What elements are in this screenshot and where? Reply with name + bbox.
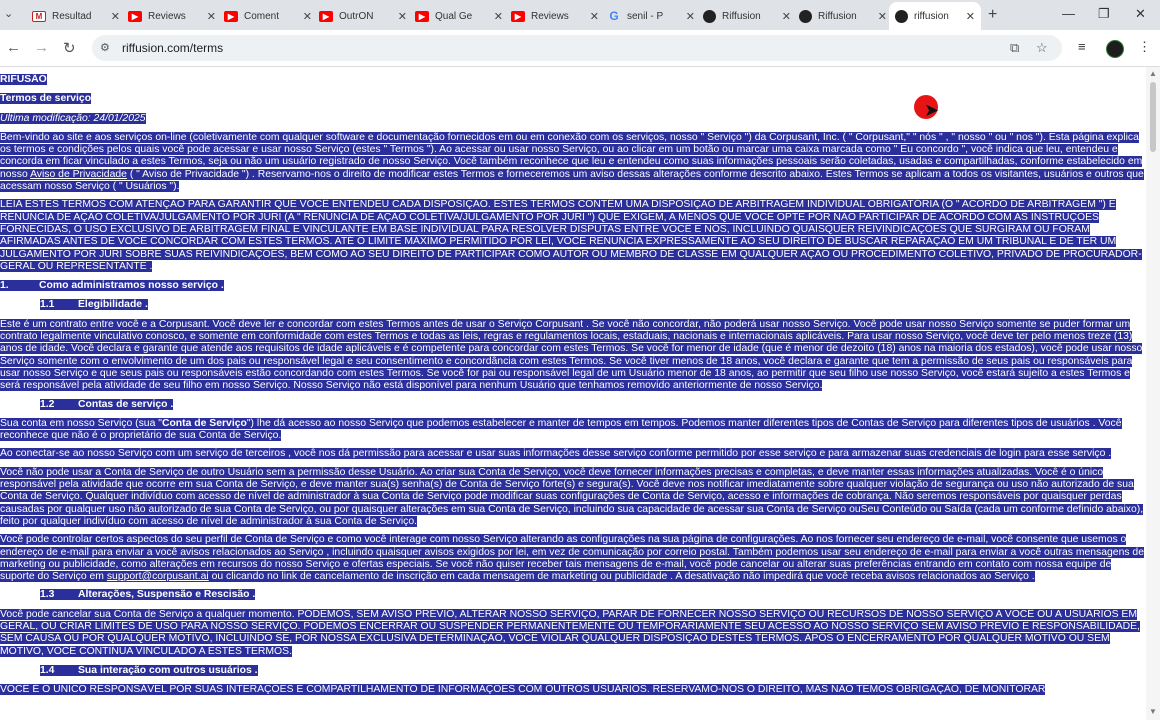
terms-title: Termos de serviço	[0, 93, 92, 105]
close-icon[interactable]: ✕	[590, 10, 599, 23]
reload-icon[interactable]: ↻	[63, 39, 76, 57]
scroll-up-arrow-icon[interactable]: ▲	[1149, 69, 1157, 78]
tab-8[interactable]: Riffusion ✕	[703, 4, 797, 28]
tab-title: Riffusion	[722, 10, 761, 22]
youtube-icon: ▶	[511, 10, 525, 22]
close-icon[interactable]: ✕	[966, 10, 975, 23]
intro-paragraph: Bem-vindo ao site e aos serviços on-line…	[0, 131, 1144, 193]
forward-icon[interactable]: →	[34, 39, 49, 56]
scroll-down-arrow-icon[interactable]: ▼	[1149, 707, 1157, 716]
tab-10-active[interactable]: riffusion ✕	[889, 2, 981, 30]
support-email-link[interactable]: support@corpusant.ai	[107, 571, 209, 582]
gmail-icon: M	[32, 10, 46, 22]
close-icon[interactable]: ✕	[111, 10, 120, 23]
tab-6[interactable]: ▶ Reviews ✕	[511, 4, 605, 28]
close-icon[interactable]: ✕	[494, 10, 503, 23]
tab-title: Qual Ge	[435, 10, 473, 22]
section-title: Como administramos nosso serviço .	[39, 280, 224, 292]
section-1-3-heading: 1.3 Alterações, Suspensão e Rescisão .	[40, 589, 256, 601]
minimize-icon[interactable]: —	[1062, 6, 1075, 21]
media-controls-icon[interactable]: ≡	[1078, 39, 1086, 54]
service-accounts-paragraph-4: Você pode controlar certos aspectos do s…	[0, 534, 1144, 583]
tab-title: Riffusion	[818, 10, 857, 22]
youtube-icon: ▶	[224, 10, 238, 22]
tab-title: senil - P	[627, 10, 664, 22]
mouse-pointer-icon: ➤	[924, 100, 940, 120]
scrollbar-thumb[interactable]	[1150, 82, 1156, 152]
privacy-notice-link[interactable]: Aviso de Privacidade	[30, 169, 127, 180]
new-tab-icon[interactable]: +	[988, 6, 997, 24]
riffusion-icon	[703, 9, 716, 23]
section-number: 1.4	[40, 664, 55, 676]
window-close-icon[interactable]: ✕	[1135, 6, 1146, 22]
text: ou clicando no link de cancelamento de i…	[211, 571, 1035, 583]
arbitration-notice: LEIA ESTES TERMOS COM ATENÇÃO PARA GARAN…	[0, 199, 1142, 272]
riffusion-icon	[895, 9, 908, 23]
text: Sua conta em nosso Serviço (sua "	[0, 417, 162, 429]
back-icon[interactable]: ←	[6, 39, 21, 56]
tab-5[interactable]: ▶ Qual Ge ✕	[415, 4, 509, 28]
terms-modified-date: Última modificação: 24/01/2025	[0, 112, 146, 124]
section-title: Contas de serviço .	[78, 398, 174, 410]
terms-content: RIFUSÃO Termos de serviço Última modific…	[0, 67, 1146, 720]
close-icon[interactable]: ✕	[303, 10, 312, 23]
tab-title: Reviews	[148, 10, 186, 22]
service-accounts-paragraph-2: Ao conectar-se ao nosso Serviço com um s…	[0, 448, 1112, 460]
eligibility-paragraph: Este é um contrato entre você e a Corpus…	[0, 318, 1143, 392]
browser-toolbar: ← → ↻ ⚙ riffusion.com/terms ⧉ ☆ ≡ ⋮	[0, 30, 1160, 67]
riffusion-icon	[799, 9, 812, 23]
close-icon[interactable]: ✕	[878, 10, 887, 23]
section-number: 1.	[0, 280, 9, 292]
youtube-icon: ▶	[128, 10, 142, 22]
tab-title: Reviews	[531, 10, 569, 22]
section-1-1-heading: 1.1 Elegibilidade .	[40, 299, 148, 311]
tab-3[interactable]: ▶ Coment ✕	[224, 4, 318, 28]
translate-icon[interactable]: ⧉	[1010, 40, 1019, 56]
close-icon[interactable]: ✕	[207, 10, 216, 23]
section-1-4-heading: 1.4 Sua interação com outros usuários .	[40, 664, 258, 676]
termination-paragraph: Você pode cancelar sua Conta de Serviço …	[0, 608, 1140, 657]
section-number: 1.2	[40, 398, 55, 410]
section-title: Elegibilidade .	[78, 299, 148, 311]
url-text[interactable]: riffusion.com/terms	[122, 41, 223, 55]
user-interaction-paragraph: VOCÊ É O ÚNICO RESPONSÁVEL POR SUAS INTE…	[0, 684, 1046, 696]
tab-7[interactable]: G senil - P ✕	[607, 4, 701, 28]
tab-title: Resultad	[52, 10, 92, 22]
service-accounts-paragraph-3: Você não pode usar a Conta de Serviço de…	[0, 466, 1144, 527]
profile-avatar[interactable]	[1106, 40, 1124, 58]
section-1-2-heading: 1.2 Contas de serviço .	[40, 398, 174, 410]
section-number: 1.3	[40, 589, 55, 601]
section-title: Alterações, Suspensão e Rescisão .	[78, 589, 256, 601]
youtube-icon: ▶	[319, 10, 333, 22]
site-info-icon[interactable]: ⚙	[100, 41, 110, 54]
youtube-icon: ▶	[415, 10, 429, 22]
bookmark-star-icon[interactable]: ☆	[1036, 40, 1048, 56]
tab-title: OutrON	[339, 10, 374, 22]
address-bar[interactable]: ⚙ riffusion.com/terms ⧉ ☆	[92, 35, 1062, 61]
section-number: 1.1	[40, 299, 55, 311]
restore-icon[interactable]: ❐	[1098, 6, 1110, 22]
section-1-heading: 1. Como administramos nosso serviço .	[0, 280, 224, 292]
defined-term: Conta de Serviço	[161, 417, 247, 429]
google-icon: G	[609, 9, 619, 23]
tab-title: Coment	[244, 10, 280, 22]
tab-9[interactable]: Riffusion ✕	[799, 4, 893, 28]
terms-brand: RIFUSÃO	[0, 74, 47, 85]
tab-strip: ⌄ M Resultad ✕ ▶ Reviews ✕ ▶ Coment ✕ ▶ …	[0, 0, 1160, 30]
tab-title: riffusion	[914, 10, 949, 22]
tab-4[interactable]: ▶ OutrON ✕	[319, 4, 413, 28]
menu-kebab-icon[interactable]: ⋮	[1138, 39, 1151, 55]
tab-search-icon[interactable]: ⌄	[4, 7, 13, 20]
intro-text-2: ( " Aviso de Privacidade ") . Reservamo-…	[0, 168, 1144, 193]
close-icon[interactable]: ✕	[398, 10, 407, 23]
tab-2[interactable]: ▶ Reviews ✕	[128, 4, 222, 28]
close-icon[interactable]: ✕	[686, 10, 695, 23]
page-scrollbar[interactable]: ▲ ▼	[1146, 67, 1160, 720]
tab-1[interactable]: M Resultad ✕	[32, 4, 126, 28]
service-accounts-paragraph-1: Sua conta em nosso Serviço (sua "Conta d…	[0, 417, 1122, 442]
section-title: Sua interação com outros usuários .	[78, 664, 258, 676]
close-icon[interactable]: ✕	[782, 10, 791, 23]
